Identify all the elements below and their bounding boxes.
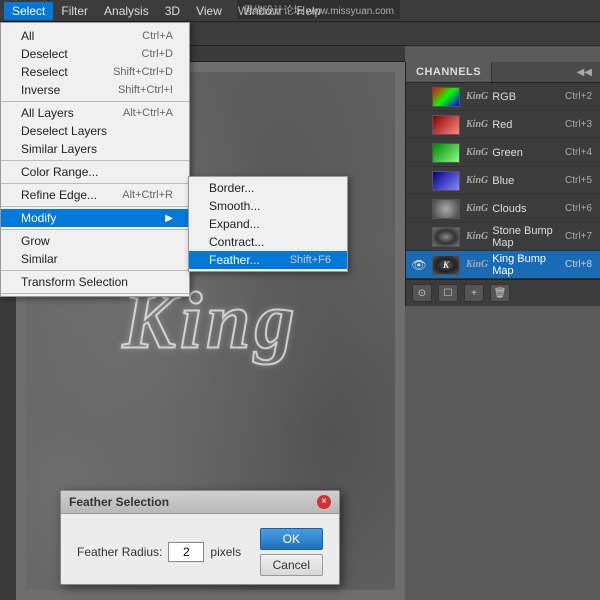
channel-delete-btn[interactable]: 🗑 bbox=[490, 284, 510, 302]
channel-eye-4[interactable] bbox=[410, 200, 428, 218]
channel-new-btn[interactable]: + bbox=[464, 284, 484, 302]
channels-panel: CHANNELS ◀◀ KinGRGBCtrl+2KinGRedCtrl+3Ki… bbox=[405, 62, 600, 306]
modify-submenu: Border... Smooth... Expand... Contract..… bbox=[188, 176, 348, 272]
channel-eye-6[interactable]: 👁 bbox=[410, 256, 428, 274]
ok-button[interactable]: OK bbox=[260, 528, 323, 550]
channel-shortcut-3: Ctrl+5 bbox=[565, 175, 592, 186]
channel-icon-0: KinG bbox=[466, 91, 488, 102]
channel-shortcut-0: Ctrl+2 bbox=[565, 91, 592, 102]
channel-eye-0[interactable] bbox=[410, 88, 428, 106]
submenu-contract[interactable]: Contract... bbox=[189, 233, 347, 251]
watermark: 思缘设计论坛 www.missyuan.com bbox=[237, 0, 400, 19]
menu-3d[interactable]: 3D bbox=[157, 2, 188, 20]
menu-section-6: Grow Similar bbox=[1, 230, 189, 271]
channel-name-0: RGB bbox=[492, 91, 565, 103]
channel-eye-3[interactable] bbox=[410, 172, 428, 190]
menu-section-4: Refine Edge...Alt+Ctrl+R bbox=[1, 184, 189, 207]
channel-shortcut-1: Ctrl+3 bbox=[565, 119, 592, 130]
channel-shortcut-6: Ctrl+8 bbox=[565, 259, 592, 270]
channel-icon-1: KinG bbox=[466, 119, 488, 130]
dialog-title-bar: Feather Selection × bbox=[61, 491, 339, 514]
feather-radius-label: Feather Radius: bbox=[77, 545, 162, 559]
channel-shortcut-2: Ctrl+4 bbox=[565, 147, 592, 158]
menu-deselect[interactable]: DeselectCtrl+D bbox=[1, 45, 189, 63]
submenu-border[interactable]: Border... bbox=[189, 179, 347, 197]
menu-view[interactable]: View bbox=[188, 2, 230, 20]
menu-filter[interactable]: Filter bbox=[53, 2, 96, 20]
channel-icon-4: KinG bbox=[466, 203, 488, 214]
panel-bottom-bar: ⊙ ☐ + 🗑 bbox=[406, 279, 600, 306]
feather-radius-input[interactable] bbox=[168, 542, 204, 562]
channel-thumb-5 bbox=[432, 227, 460, 247]
channel-name-2: Green bbox=[492, 147, 565, 159]
channel-thumb-2 bbox=[432, 143, 460, 163]
channel-row-green[interactable]: KinG GreenCtrl+4 bbox=[406, 139, 600, 167]
menu-similar[interactable]: Similar bbox=[1, 250, 189, 268]
channel-name-3: Blue bbox=[492, 175, 565, 187]
channel-thumb-4 bbox=[432, 199, 460, 219]
menu-modify[interactable]: Modify▶ bbox=[1, 209, 189, 227]
feather-unit-label: pixels bbox=[210, 545, 241, 559]
menu-deselect-layers[interactable]: Deselect Layers bbox=[1, 122, 189, 140]
channel-eye-5[interactable] bbox=[410, 228, 428, 246]
channel-eye-1[interactable] bbox=[410, 116, 428, 134]
menu-section-1: AllCtrl+A DeselectCtrl+D ReselectShift+C… bbox=[1, 25, 189, 102]
channel-row-stone-bump-map[interactable]: KinG Stone Bump MapCtrl+7 bbox=[406, 223, 600, 251]
select-dropdown-menu: AllCtrl+A DeselectCtrl+D ReselectShift+C… bbox=[0, 22, 190, 297]
channel-thumb-3 bbox=[432, 171, 460, 191]
channel-row-red[interactable]: KinG RedCtrl+3 bbox=[406, 111, 600, 139]
channel-icon-5: KinG bbox=[466, 231, 488, 242]
menu-section-3: Color Range... bbox=[1, 161, 189, 184]
menu-section-7: Transform Selection bbox=[1, 271, 189, 294]
cancel-button[interactable]: Cancel bbox=[260, 554, 323, 576]
menu-inverse[interactable]: InverseShift+Ctrl+I bbox=[1, 81, 189, 99]
menu-section-5: Modify▶ bbox=[1, 207, 189, 230]
menu-grow[interactable]: Grow bbox=[1, 232, 189, 250]
channel-icon-3: KinG bbox=[466, 175, 488, 186]
channel-row-clouds[interactable]: KinG CloudsCtrl+6 bbox=[406, 195, 600, 223]
dialog-form-row: Feather Radius: pixels OK Cancel bbox=[61, 514, 339, 584]
channel-thumb-0 bbox=[432, 87, 460, 107]
menu-transform-selection[interactable]: Transform Selection bbox=[1, 273, 189, 291]
panel-collapse-btn[interactable]: ◀◀ bbox=[569, 63, 600, 82]
channels-tab[interactable]: CHANNELS bbox=[406, 62, 492, 82]
channel-name-5: Stone Bump Map bbox=[492, 225, 565, 249]
menu-reselect[interactable]: ReselectShift+Ctrl+D bbox=[1, 63, 189, 81]
channel-dotted-circle-btn[interactable]: ⊙ bbox=[412, 284, 432, 302]
panel-header: CHANNELS ◀◀ bbox=[406, 62, 600, 83]
channel-icon-6: KinG bbox=[466, 259, 488, 270]
channel-shortcut-4: Ctrl+6 bbox=[565, 203, 592, 214]
dialog-title: Feather Selection bbox=[69, 495, 169, 509]
menu-color-range[interactable]: Color Range... bbox=[1, 163, 189, 181]
submenu-smooth[interactable]: Smooth... bbox=[189, 197, 347, 215]
menu-select[interactable]: Select bbox=[4, 2, 53, 20]
channel-row-rgb[interactable]: KinG RGBCtrl+2 bbox=[406, 83, 600, 111]
channel-name-4: Clouds bbox=[492, 203, 565, 215]
channel-name-6: King Bump Map bbox=[492, 253, 565, 277]
menu-analysis[interactable]: Analysis bbox=[96, 2, 157, 20]
dialog-buttons: OK Cancel bbox=[260, 528, 323, 576]
menu-all[interactable]: AllCtrl+A bbox=[1, 27, 189, 45]
channel-shortcut-5: Ctrl+7 bbox=[565, 231, 592, 242]
menu-similar-layers[interactable]: Similar Layers bbox=[1, 140, 189, 158]
menu-refine-edge[interactable]: Refine Edge...Alt+Ctrl+R bbox=[1, 186, 189, 204]
channel-eye-2[interactable] bbox=[410, 144, 428, 162]
menu-all-layers[interactable]: All LayersAlt+Ctrl+A bbox=[1, 104, 189, 122]
channel-save-btn[interactable]: ☐ bbox=[438, 284, 458, 302]
channel-row-king-bump-map[interactable]: 👁K KinG King Bump MapCtrl+8 bbox=[406, 251, 600, 279]
dialog-close-button[interactable]: × bbox=[317, 495, 331, 509]
feather-selection-dialog: Feather Selection × Feather Radius: pixe… bbox=[60, 490, 340, 585]
channel-thumb-1 bbox=[432, 115, 460, 135]
channel-row-blue[interactable]: KinG BlueCtrl+5 bbox=[406, 167, 600, 195]
channel-icon-2: KinG bbox=[466, 147, 488, 158]
menu-section-2: All LayersAlt+Ctrl+A Deselect Layers Sim… bbox=[1, 102, 189, 161]
channel-thumb-6: K bbox=[432, 255, 460, 275]
channel-name-1: Red bbox=[492, 119, 565, 131]
submenu-feather[interactable]: Feather...Shift+F6 bbox=[189, 251, 347, 269]
channel-rows: KinGRGBCtrl+2KinGRedCtrl+3KinGGreenCtrl+… bbox=[406, 83, 600, 279]
submenu-expand[interactable]: Expand... bbox=[189, 215, 347, 233]
